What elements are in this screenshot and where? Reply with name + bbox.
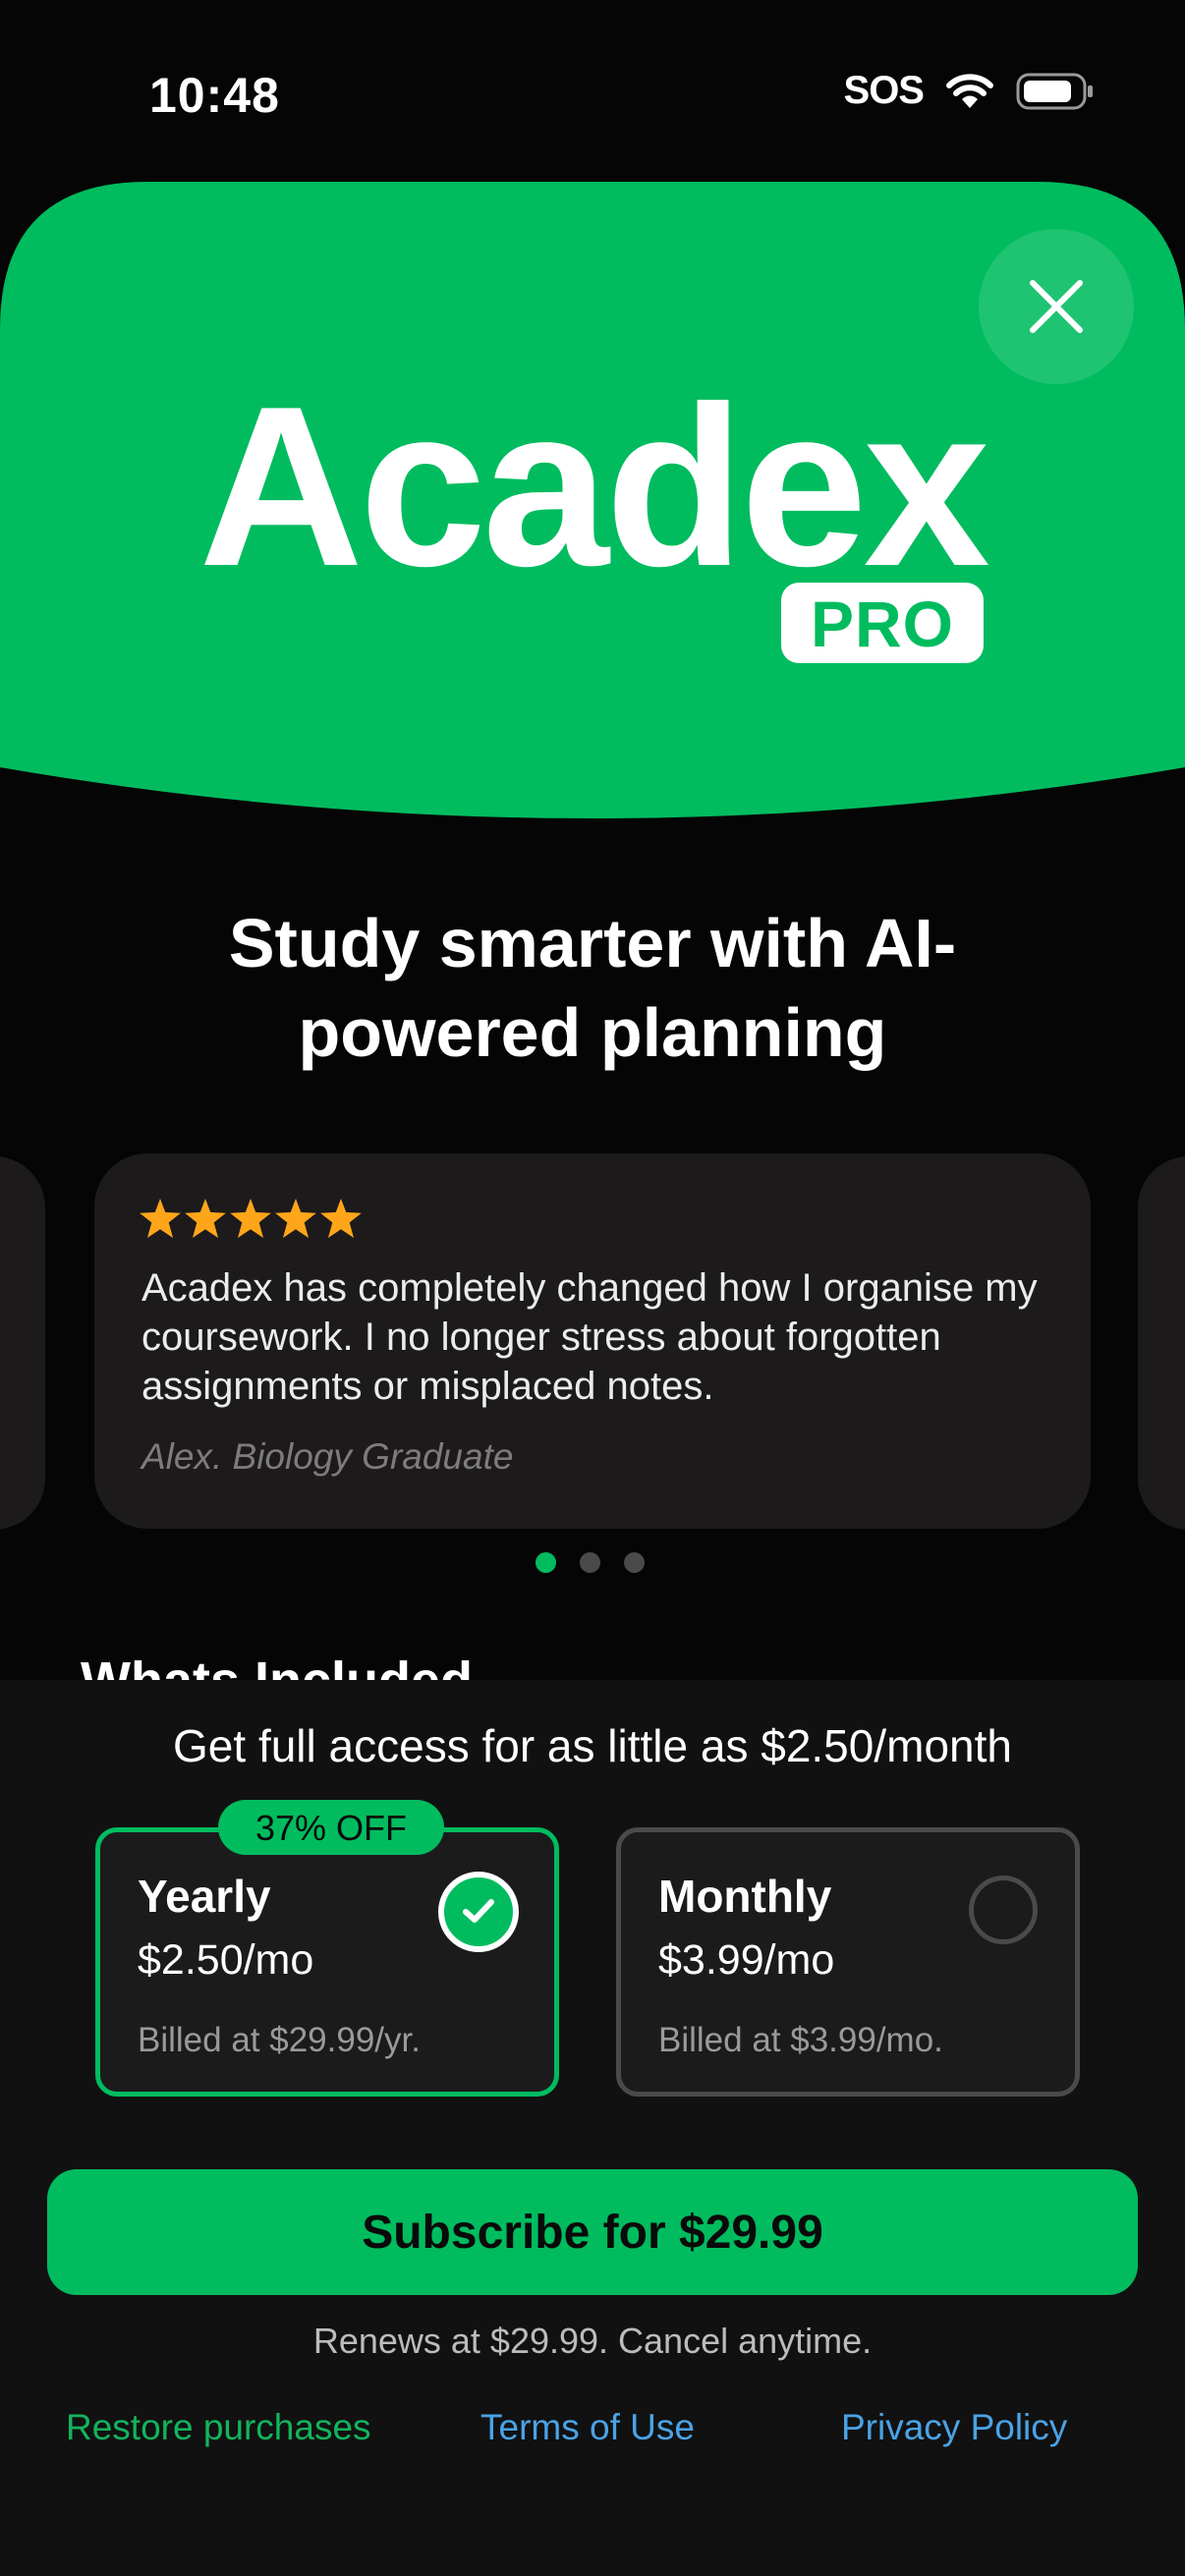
page-dot[interactable] [580, 1552, 600, 1573]
page-dot[interactable] [624, 1552, 645, 1573]
testimonial-author: Alex. Biology Graduate [141, 1436, 514, 1477]
unselected-radio[interactable] [969, 1876, 1038, 1944]
renewal-note: Renews at $29.99. Cancel anytime. [312, 2321, 873, 2361]
purchase-sheet: Get full access for as little as $2.50/m… [0, 1680, 1185, 2576]
status-icons: SOS [844, 69, 1095, 113]
paywall-screen: 10:48 SOS Acadex PRO Study smarter with … [0, 0, 1185, 2576]
star-icon [185, 1199, 226, 1238]
status-time: 10:48 [149, 68, 280, 123]
plan-name: Monthly [658, 1871, 832, 1922]
testimonial-text: Acadex has completely changed how I orga… [141, 1266, 1038, 1408]
access-text: Get full access for as little as $2.50/m… [173, 1720, 1012, 1771]
status-bar: 10:48 SOS [0, 0, 1185, 187]
headline: Study smarter with AI-powered planning [228, 905, 957, 1071]
restore-purchases-link[interactable]: Restore purchases [66, 2407, 371, 2448]
close-button[interactable] [979, 229, 1134, 384]
selected-radio[interactable] [438, 1872, 519, 1952]
close-icon [1030, 280, 1083, 333]
privacy-policy-link[interactable]: Privacy Policy [841, 2407, 1067, 2448]
carrier-label: SOS [843, 69, 925, 112]
plan-option-monthly[interactable]: Monthly $3.99/mo Billed at $3.99/mo. [616, 1827, 1080, 2097]
page-dot-active[interactable] [536, 1552, 556, 1573]
pro-badge: PRO [781, 583, 984, 663]
wifi-icon [945, 73, 994, 110]
carousel-page-indicator[interactable] [536, 1552, 645, 1573]
plan-price: $3.99/mo [658, 1936, 835, 1984]
star-rating [140, 1199, 362, 1238]
star-icon [275, 1199, 316, 1238]
plan-option-yearly[interactable]: Yearly $2.50/mo Billed at $29.99/yr. [95, 1827, 559, 2097]
plan-billing-note: Billed at $29.99/yr. [138, 2021, 421, 2059]
plan-billing-note: Billed at $3.99/mo. [658, 2021, 943, 2059]
discount-badge: 37% OFF [218, 1800, 444, 1855]
plan-price: $2.50/mo [138, 1936, 314, 1984]
checkmark-icon [463, 1899, 494, 1923]
star-icon [320, 1199, 362, 1238]
app-logo-text: Acadex [198, 360, 989, 614]
testimonial-card-previous[interactable] [0, 1156, 45, 1530]
testimonial-card[interactable]: Acadex has completely changed how I orga… [94, 1153, 1091, 1529]
testimonial-card-next[interactable] [1138, 1156, 1185, 1530]
plan-name: Yearly [138, 1871, 271, 1922]
footer-links: Restore purchases Terms of Use Privacy P… [0, 2407, 1185, 2466]
subscribe-button[interactable]: Subscribe for $29.99 [47, 2169, 1138, 2295]
star-icon [140, 1199, 181, 1238]
battery-icon [1016, 72, 1095, 111]
terms-of-use-link[interactable]: Terms of Use [480, 2407, 695, 2448]
testimonial-carousel[interactable]: Acadex has completely changed how I orga… [0, 1151, 1185, 1531]
star-icon [230, 1199, 271, 1238]
